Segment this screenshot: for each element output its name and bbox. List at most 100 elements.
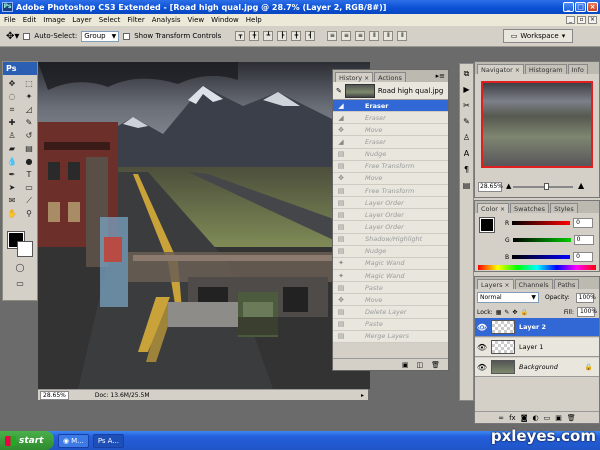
panel-menu-icon[interactable]: ▸≡ <box>436 72 445 80</box>
menu-window[interactable]: Window <box>211 16 239 24</box>
tab-layers[interactable]: Layers × <box>477 279 514 289</box>
menu-analysis[interactable]: Analysis <box>152 16 181 24</box>
zoom-in-icon[interactable]: ▲ <box>578 181 584 190</box>
tab-info[interactable]: Info <box>567 64 588 74</box>
lock-all-icon[interactable]: 🔒 <box>520 309 527 316</box>
red-slider[interactable] <box>512 221 571 225</box>
taskbar-item-firefox[interactable]: ◉ M... <box>58 433 89 448</box>
zoom-out-icon[interactable]: ▲ <box>506 182 511 190</box>
distribute-bottom-icon[interactable]: ≡ <box>355 31 366 41</box>
navigator-zoom-handle[interactable] <box>544 183 549 190</box>
blur-tool-icon[interactable]: 💧 <box>5 156 19 167</box>
blue-value[interactable]: 0 <box>573 252 594 262</box>
status-arrow-icon[interactable]: ▸ <box>361 392 364 399</box>
distribute-hcenter-icon[interactable]: ⦀ <box>383 31 394 41</box>
quick-mask-icon[interactable]: ◯ <box>13 262 27 273</box>
brush-tool-icon[interactable]: ✎ <box>22 117 36 128</box>
lock-position-icon[interactable]: ✥ <box>512 309 517 316</box>
brushes-panel-icon[interactable]: ✎ <box>460 115 473 128</box>
align-hcenter-icon[interactable]: ╋ <box>291 31 302 41</box>
distribute-left-icon[interactable]: ⦀ <box>369 31 380 41</box>
gradient-tool-icon[interactable]: ▤ <box>22 143 36 154</box>
history-state[interactable]: ✥ Move <box>333 294 448 307</box>
tab-actions[interactable]: Actions <box>374 72 406 82</box>
history-brush-source-icon[interactable]: ✎ <box>336 87 342 95</box>
history-state[interactable]: ◢ Eraser <box>333 100 448 113</box>
lasso-tool-icon[interactable]: ◌ <box>5 91 19 102</box>
tool-presets-icon[interactable]: ✂ <box>460 99 473 112</box>
layer-row[interactable]: 👁 Background 🔒 <box>475 358 599 377</box>
menu-view[interactable]: View <box>188 16 205 24</box>
layer-row[interactable]: 👁 Layer 2 <box>475 318 599 337</box>
blend-mode-dropdown[interactable]: Normal ▼ <box>477 292 539 303</box>
healing-brush-icon[interactable]: ✚ <box>5 117 19 128</box>
magic-wand-tool-icon[interactable]: ✦ <box>22 91 36 102</box>
align-bottom-icon[interactable]: ┻ <box>263 31 274 41</box>
green-slider[interactable] <box>512 238 571 242</box>
opacity-input[interactable]: 100% <box>575 292 596 303</box>
history-state[interactable]: ▤ Layer Order <box>333 221 448 234</box>
screen-mode-icon[interactable]: ▭ <box>13 278 27 289</box>
notes-tool-icon[interactable]: ✉ <box>5 195 19 206</box>
new-group-icon[interactable]: ▭ <box>544 414 551 422</box>
history-brush-icon[interactable]: ↺ <box>22 130 36 141</box>
menu-help[interactable]: Help <box>246 16 262 24</box>
history-state[interactable]: ▤ Delete Layer <box>333 306 448 319</box>
tab-swatches[interactable]: Swatches <box>510 203 550 213</box>
slice-tool-icon[interactable]: ◿ <box>22 104 36 115</box>
auto-select-checkbox[interactable] <box>23 32 31 40</box>
menu-file[interactable]: File <box>4 16 16 24</box>
navigator-preview[interactable] <box>481 81 593 168</box>
trash-icon[interactable]: 🗑 <box>567 414 576 422</box>
layer-comps-icon[interactable]: ▤ <box>460 179 473 192</box>
history-state[interactable]: ▤ Paste <box>333 318 448 331</box>
distribute-top-icon[interactable]: ≡ <box>327 31 338 41</box>
history-state[interactable]: ◢ Eraser <box>333 112 448 125</box>
doc-restore-button[interactable]: ▫ <box>577 16 586 24</box>
history-state[interactable]: ✦ Magic Wand <box>333 257 448 270</box>
trash-icon[interactable]: 🗑 <box>431 361 440 369</box>
close-icon[interactable]: × <box>364 75 369 82</box>
history-panel-icon[interactable]: ⧉ <box>460 67 473 80</box>
auto-select-dropdown[interactable]: Group ▼ <box>81 30 120 42</box>
align-vcenter-icon[interactable]: ╋ <box>249 31 260 41</box>
close-button[interactable]: × <box>587 2 598 12</box>
red-value[interactable]: 0 <box>573 218 594 228</box>
navigator-zoom-slider[interactable] <box>513 186 573 188</box>
start-button[interactable]: start <box>0 431 54 450</box>
eye-icon[interactable]: 👁 <box>475 363 489 372</box>
tab-history[interactable]: History × <box>335 72 374 82</box>
paragraph-panel-icon[interactable]: ¶ <box>460 163 473 176</box>
document-canvas[interactable] <box>38 62 370 389</box>
layer-style-icon[interactable]: fx <box>509 414 516 422</box>
align-right-icon[interactable]: ┫ <box>305 31 316 41</box>
menu-select[interactable]: Select <box>99 16 121 24</box>
tab-navigator[interactable]: Navigator × <box>477 64 524 74</box>
minimize-button[interactable]: _ <box>563 2 574 12</box>
move-tool-icon[interactable]: ✥▾ <box>6 31 19 42</box>
clone-stamp-icon[interactable]: ♙ <box>5 130 19 141</box>
workspace-button[interactable]: ▭ Workspace ▾ <box>503 29 573 43</box>
fill-input[interactable]: 100% <box>576 307 597 317</box>
eyedropper-tool-icon[interactable]: ⟋ <box>22 195 36 206</box>
menu-image[interactable]: Image <box>43 16 65 24</box>
close-icon[interactable]: × <box>505 282 510 289</box>
menu-edit[interactable]: Edit <box>23 16 37 24</box>
shape-tool-icon[interactable]: ▭ <box>22 182 36 193</box>
history-state[interactable]: ▤ Merge Layers <box>333 330 448 343</box>
hand-tool-icon[interactable]: ✋ <box>5 208 19 219</box>
link-layers-icon[interactable]: ∞ <box>498 414 504 422</box>
add-mask-icon[interactable]: ◙ <box>521 414 528 422</box>
tab-styles[interactable]: Styles <box>550 203 578 213</box>
history-state[interactable]: ✦ Magic Wand <box>333 269 448 283</box>
dodge-tool-icon[interactable]: ● <box>22 156 36 167</box>
align-left-icon[interactable]: ┣ <box>277 31 288 41</box>
history-snapshot[interactable]: ✎ Road high qual.jpg <box>333 82 448 100</box>
green-value[interactable]: 0 <box>573 235 594 245</box>
history-state[interactable]: ▤ Free Transform <box>333 160 448 173</box>
history-state[interactable]: ▤ Layer Order <box>333 209 448 222</box>
lock-transparency-icon[interactable]: ▦ <box>496 309 502 316</box>
character-panel-icon[interactable]: A <box>460 147 473 160</box>
history-state[interactable]: ✥ Move <box>333 124 448 137</box>
blue-slider[interactable] <box>512 255 571 259</box>
